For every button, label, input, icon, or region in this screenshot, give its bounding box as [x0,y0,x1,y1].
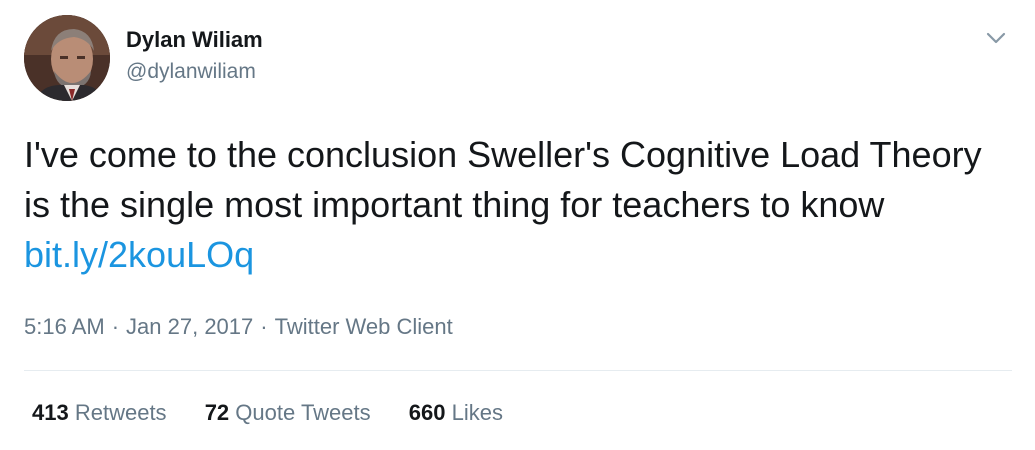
tweet-card: Dylan Wiliam @dylanwiliam I've come to t… [0,0,1035,450]
tweet-source[interactable]: Twitter Web Client [275,314,453,339]
retweets-stat[interactable]: 413 Retweets [32,398,167,428]
tweet-stats: 413 Retweets 72 Quote Tweets 660 Likes [32,398,535,428]
tweet-meta: 5:16 AM · Jan 27, 2017 · Twitter Web Client [24,312,453,342]
author-handle[interactable]: @dylanwiliam [126,58,263,86]
retweets-count: 413 [32,400,69,425]
likes-stat[interactable]: 660 Likes [409,398,503,428]
tweet-text-content: I've come to the conclusion Sweller's Co… [24,134,982,225]
avatar[interactable] [24,15,110,101]
author-info: Dylan Wiliam @dylanwiliam [126,26,263,86]
meta-separator: · [260,314,268,339]
quote-tweets-stat[interactable]: 72 Quote Tweets [205,398,371,428]
divider [24,370,1012,371]
tweet-date[interactable]: Jan 27, 2017 [126,314,253,339]
chevron-down-icon[interactable] [984,26,1008,50]
quote-tweets-label: Quote Tweets [235,400,371,425]
author-display-name[interactable]: Dylan Wiliam [126,26,263,54]
retweets-label: Retweets [74,400,167,425]
avatar-photo [24,15,110,101]
tweet-link[interactable]: bit.ly/2kouLOq [24,234,254,275]
tweet-text: I've come to the conclusion Sweller's Co… [24,130,1014,280]
tweet-time[interactable]: 5:16 AM [24,314,105,339]
likes-count: 660 [408,400,446,425]
meta-separator: · [111,314,120,339]
quote-tweets-count: 72 [204,400,230,425]
likes-label: Likes [451,400,503,425]
